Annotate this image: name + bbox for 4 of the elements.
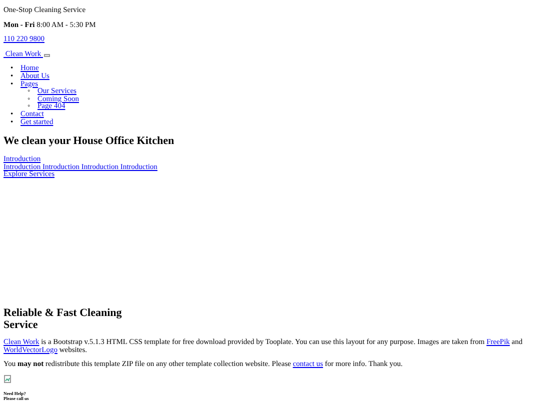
broken-image-icon [4,374,10,383]
about-title: Reliable & Fast Cleaning Service [4,306,123,331]
hero-title: We clean your House Office Kitchen [4,135,176,148]
menu-toggle-button[interactable] [44,54,50,57]
